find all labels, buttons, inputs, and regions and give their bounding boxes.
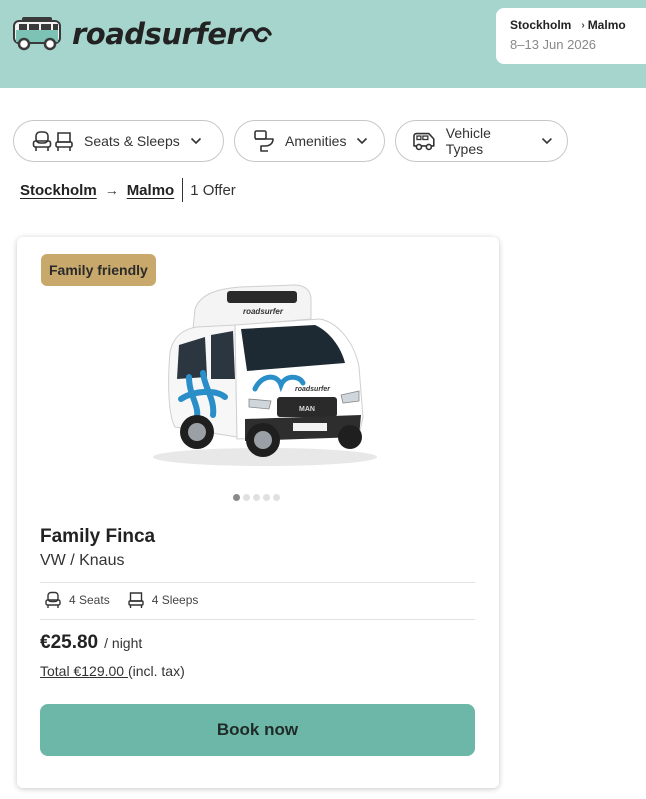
carousel-dot[interactable] [273, 494, 280, 501]
trip-destination: Malmo [587, 18, 626, 32]
filter-label: Amenities [285, 133, 347, 149]
trip-summary[interactable]: Stockholm › Malmo 8–13 Jun 2026 [496, 8, 646, 64]
wave-logo-icon [240, 27, 273, 43]
price-amount: €25.80 [40, 632, 99, 653]
svg-text:roadsurfer: roadsurfer [295, 386, 331, 393]
vehicle-title: Family Finca [40, 526, 156, 547]
breadcrumb-origin-link[interactable]: Stockholm [20, 182, 97, 199]
seats-count: 4 Seats [69, 593, 110, 607]
nightly-price: €25.80 / night [40, 632, 142, 654]
seat-icon [32, 131, 73, 151]
vehicle-specs: 4 Seats 4 Sleeps [45, 591, 198, 609]
van-icon [413, 132, 435, 151]
vehicle-types-filter-button[interactable]: Vehicle Types [395, 120, 568, 162]
chevron-down-icon [190, 137, 201, 145]
offer-card[interactable]: Family friendly roadsurfer roadsurfer MA… [17, 237, 499, 788]
chevron-right-icon: › [581, 19, 585, 31]
breadcrumb: Stockholm → Malmo 1 Offer [20, 178, 236, 202]
arrow-right-icon: → [104, 182, 119, 198]
carousel-dot[interactable] [253, 494, 260, 501]
filter-label: Vehicle Types [445, 125, 491, 157]
filter-label: Seats & Sleeps [84, 133, 180, 149]
logo-wordmark: roadsurfer [72, 17, 241, 51]
vehicle-model: VW / Knaus [40, 552, 125, 569]
campervan-logo-icon [13, 17, 61, 51]
chevron-down-icon [542, 137, 553, 145]
svg-text:roadsurfer: roadsurfer [243, 307, 284, 316]
svg-text:MAN: MAN [299, 406, 315, 413]
carousel-dot[interactable] [233, 494, 240, 501]
amenities-filter-button[interactable]: Amenities [234, 120, 385, 162]
trip-route: Stockholm › Malmo [510, 18, 646, 32]
book-now-button[interactable]: Book now [40, 704, 475, 756]
roadsurfer-logo[interactable]: roadsurfer [12, 16, 274, 52]
divider [40, 619, 475, 620]
bed-icon [128, 592, 144, 608]
carousel-dot[interactable] [263, 494, 270, 501]
offer-count: 1 Offer [190, 181, 236, 199]
price-unit: / night [104, 635, 143, 651]
total-price-link[interactable]: Total €129.00 [40, 663, 128, 679]
image-carousel-dots [233, 494, 283, 501]
family-friendly-badge: Family friendly [41, 254, 156, 286]
sleeps-count: 4 Sleeps [151, 593, 199, 607]
carousel-dot[interactable] [243, 494, 250, 501]
chevron-down-icon [357, 137, 368, 145]
filter-bar: Seats & Sleeps Amenities Vehicle Types [13, 120, 578, 162]
divider [40, 582, 475, 583]
trip-origin: Stockholm [510, 18, 572, 32]
campervan-image[interactable]: roadsurfer roadsurfer MAN [145, 267, 385, 472]
trip-dates: 8–13 Jun 2026 [510, 37, 597, 52]
seat-icon [45, 591, 61, 608]
divider [182, 178, 184, 202]
top-header: roadsurfer Stockholm › Malmo 8–13 Jun 20… [0, 0, 646, 88]
breadcrumb-destination-link[interactable]: Malmo [127, 182, 175, 199]
seats-sleeps-filter-button[interactable]: Seats & Sleeps [13, 120, 224, 162]
tax-note: (incl. tax) [127, 663, 185, 679]
total-price: Total €129.00 (incl. tax) [40, 663, 185, 679]
toilet-icon [254, 130, 274, 152]
